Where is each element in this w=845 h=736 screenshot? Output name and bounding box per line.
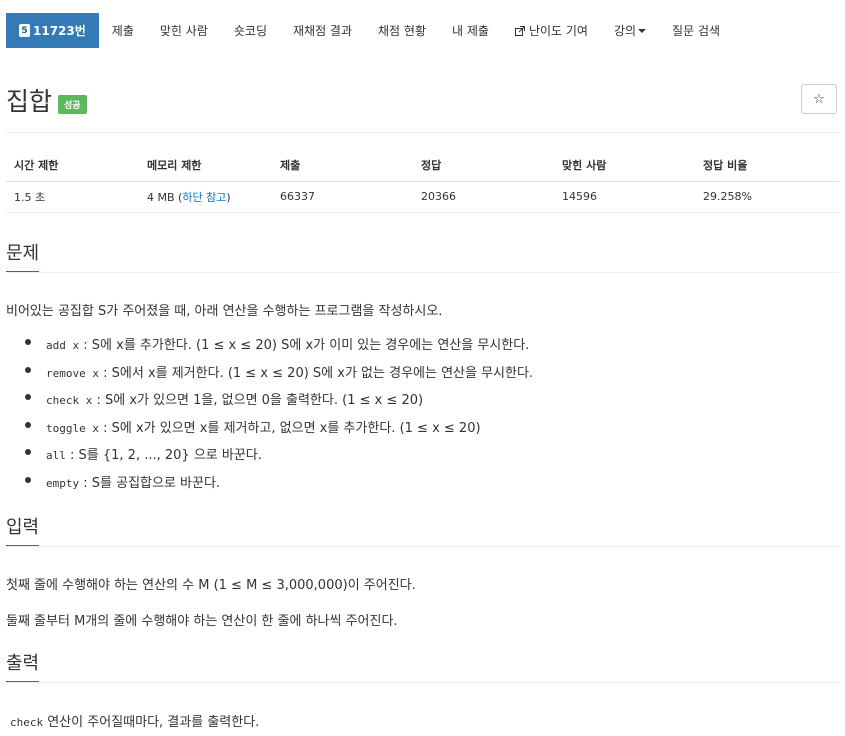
header-correct: 정답 (413, 150, 554, 182)
op-code: toggle x (46, 421, 99, 435)
input-heading: 입력 (6, 517, 40, 546)
output-heading: 출력 (6, 653, 40, 682)
tab-question-search[interactable]: 질문 검색 (659, 13, 733, 48)
favorite-star-button[interactable]: ☆ (801, 84, 837, 114)
tab-difficulty-label: 난이도 기여 (528, 24, 588, 38)
problem-number: 11723번 (33, 24, 86, 38)
chevron-down-icon (638, 28, 647, 33)
problem-intro: 비어있는 공집합 S가 주어졌을 때, 아래 연산을 수행하는 프로그램을 작성… (6, 304, 443, 319)
star-icon: ☆ (813, 91, 825, 107)
problem-section-header: 문제 (6, 243, 839, 273)
table-row: 1.5 초 4 MB (하단 참고) 66337 20366 14596 29.… (6, 181, 839, 213)
op-code: add x (46, 339, 80, 352)
status-badge: 성공 (58, 95, 87, 114)
problem-heading: 문제 (6, 243, 40, 272)
correct-value: 20366 (413, 181, 554, 213)
output-desc: 연산이 주어질때마다, 결과를 출력한다. (47, 715, 260, 730)
memory-limit-value: 4 MB (하단 참고) (139, 181, 272, 213)
problem-nav: 5 11723번 제출 맞힌 사람 숏코딩 재채점 결과 채점 현황 내 제출 … (6, 13, 839, 48)
page-title: 집합 (6, 87, 53, 116)
header-time-limit: 시간 제한 (6, 150, 139, 182)
header-ratio: 정답 비율 (695, 150, 839, 182)
list-item: toggle x : S에 x가 있으면 x를 제거하고, 없으면 x를 추가한… (22, 417, 533, 445)
operation-list: add x : S에 x를 추가한다. (1 ≤ x ≤ 20) S에 x가 이… (22, 334, 533, 499)
header-submissions: 제출 (272, 150, 413, 182)
tab-my-submissions[interactable]: 내 제출 (439, 13, 502, 48)
output-section-header: 출력 (6, 653, 839, 683)
tab-rejudge[interactable]: 재채점 결과 (280, 13, 365, 48)
submissions-value: 66337 (272, 181, 413, 213)
tier-badge-icon: 5 (19, 24, 30, 37)
op-code: check x (46, 394, 93, 407)
list-item: empty : S를 공집합으로 바꾼다. (22, 472, 533, 500)
tab-lecture-dropdown[interactable]: 강의 (601, 13, 659, 48)
list-item: check x : S에 x가 있으면 1을, 없으면 0을 출력한다. (1 … (22, 389, 533, 417)
time-limit-value: 1.5 초 (6, 181, 139, 213)
solvers-value: 14596 (554, 181, 695, 213)
op-code: all (46, 449, 66, 462)
problem-info-table: 시간 제한 메모리 제한 제출 정답 맞힌 사람 정답 비율 1.5 초 4 M… (6, 150, 839, 213)
memory-suffix: ) (226, 190, 231, 204)
tab-status[interactable]: 채점 현황 (365, 13, 439, 48)
output-code: check (10, 716, 44, 729)
list-item: all : S를 {1, 2, ..., 20} 으로 바꾼다. (22, 444, 533, 472)
memory-prefix: 4 MB ( (147, 190, 183, 204)
op-code: empty (46, 476, 80, 490)
op-code: remove x (46, 366, 99, 380)
op-desc: : S를 공집합으로 바꾼다. (83, 475, 221, 491)
external-link-icon (514, 25, 525, 36)
header-solvers: 맞힌 사람 (554, 150, 695, 182)
input-section-header: 입력 (6, 517, 839, 547)
ratio-value: 29.258% (695, 181, 839, 213)
input-line-2: 둘째 줄부터 M개의 줄에 수행해야 하는 연산이 한 줄에 하나씩 주어진다. (6, 614, 398, 629)
tab-lecture-label: 강의 (613, 24, 637, 38)
input-line-1: 첫째 줄에 수행해야 하는 연산의 수 M (1 ≤ M ≤ 3,000,000… (6, 578, 416, 593)
tab-problem[interactable]: 5 11723번 (6, 13, 99, 48)
op-desc: : S에 x가 있으면 1을, 없으면 0을 출력한다. (1 ≤ x ≤ 20… (96, 393, 424, 408)
tab-submit[interactable]: 제출 (99, 13, 147, 48)
memory-note-link[interactable]: 하단 참고 (182, 191, 226, 204)
list-item: add x : S에 x를 추가한다. (1 ≤ x ≤ 20) S에 x가 이… (22, 334, 533, 362)
title-row: 집합 성공 ☆ (6, 82, 839, 118)
tab-solvers[interactable]: 맞힌 사람 (147, 13, 221, 48)
output-text: check 연산이 주어질때마다, 결과를 출력한다. (6, 711, 259, 730)
header-memory-limit: 메모리 제한 (139, 150, 272, 182)
op-desc: : S를 {1, 2, ..., 20} 으로 바꾼다. (70, 448, 262, 463)
table-header-row: 시간 제한 메모리 제한 제출 정답 맞힌 사람 정답 비율 (6, 150, 839, 182)
op-desc: : S에 x를 추가한다. (1 ≤ x ≤ 20) S에 x가 이미 있는 경… (83, 338, 530, 353)
list-item: remove x : S에서 x를 제거한다. (1 ≤ x ≤ 20) S에 … (22, 362, 533, 390)
op-desc: : S에서 x를 제거한다. (1 ≤ x ≤ 20) S에 x가 없는 경우에… (103, 365, 534, 381)
op-desc: : S에 x가 있으면 x를 제거하고, 없으면 x를 추가한다. (1 ≤ x… (103, 420, 481, 436)
divider (6, 132, 839, 133)
tab-difficulty-contrib[interactable]: 난이도 기여 (502, 13, 601, 48)
tab-short-coding[interactable]: 숏코딩 (221, 13, 280, 48)
